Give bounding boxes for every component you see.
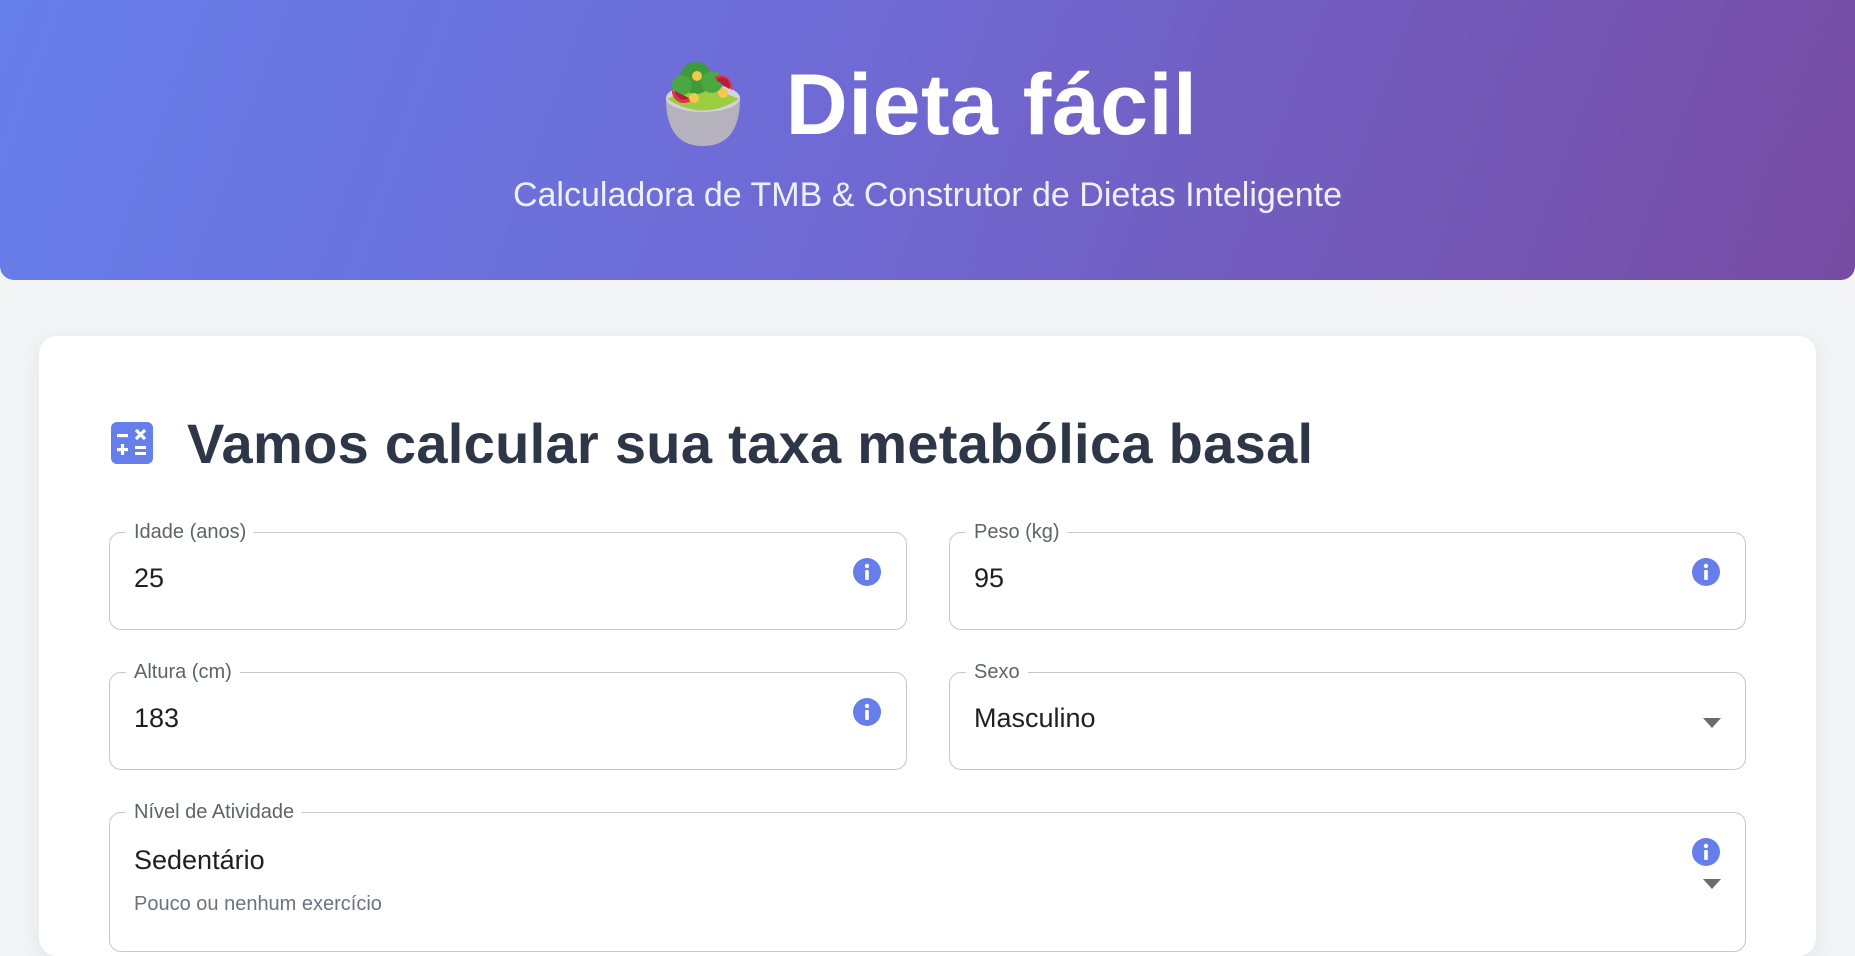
- info-icon[interactable]: [1691, 837, 1721, 867]
- weight-input[interactable]: 95: [974, 563, 1004, 594]
- app-subtitle: Calculadora de TMB & Construtor de Dieta…: [512, 176, 1343, 214]
- calculator-icon: [111, 422, 153, 464]
- section-title: Vamos calcular sua taxa metabólica basal: [187, 411, 1314, 475]
- info-icon[interactable]: [852, 557, 882, 587]
- age-label: Idade (anos): [126, 521, 255, 543]
- height-field[interactable]: Altura (cm) 183: [109, 661, 907, 770]
- activity-helper-text: Pouco ou nenhum exercício: [134, 893, 382, 915]
- activity-selected-value[interactable]: Sedentário: [134, 845, 265, 876]
- app-header: Dieta fácil Calculadora de TMB & Constru…: [0, 0, 1855, 280]
- chevron-down-icon[interactable]: [1703, 718, 1721, 728]
- info-icon[interactable]: [852, 697, 882, 727]
- age-input[interactable]: 25: [134, 563, 164, 594]
- app-title: Dieta fácil: [785, 57, 1198, 153]
- activity-level-select[interactable]: Nível de Atividade Sedentário Pouco ou n…: [109, 801, 1746, 952]
- bmr-calculator-card: Vamos calcular sua taxa metabólica basal…: [39, 336, 1816, 956]
- chevron-down-icon[interactable]: [1703, 879, 1721, 889]
- info-icon[interactable]: [1691, 557, 1721, 587]
- salad-bowl-icon: [665, 62, 740, 146]
- sex-select[interactable]: Sexo Masculino: [949, 661, 1746, 770]
- brand: Dieta fácil: [0, 55, 1855, 155]
- weight-label: Peso (kg): [966, 521, 1068, 543]
- activity-label: Nível de Atividade: [126, 801, 303, 823]
- sex-label: Sexo: [966, 661, 1028, 683]
- age-field[interactable]: Idade (anos) 25: [109, 521, 907, 630]
- sex-selected-value[interactable]: Masculino: [974, 703, 1096, 734]
- height-label: Altura (cm): [126, 661, 240, 683]
- height-input[interactable]: 183: [134, 703, 179, 734]
- section-header: Vamos calcular sua taxa metabólica basal: [109, 408, 1313, 478]
- weight-field[interactable]: Peso (kg) 95: [949, 521, 1746, 630]
